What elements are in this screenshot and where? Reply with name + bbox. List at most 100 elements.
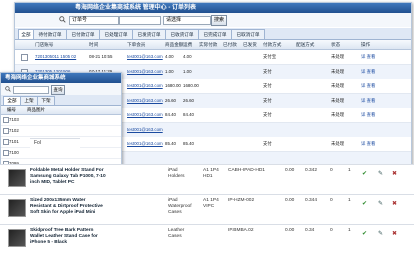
- product-thumbnail[interactable]: [8, 169, 26, 187]
- product-detail-list: Fol Foldable Metal Holder Stand For Samsu…: [0, 128, 414, 254]
- product-stock: 0.00: [285, 228, 295, 233]
- edit-icon[interactable]: ✎: [378, 200, 383, 207]
- product-code: CABH-IPAD-HD1: [228, 168, 265, 173]
- product-category: iPad Holders: [168, 168, 185, 179]
- product-id: 7103: [9, 117, 19, 122]
- product-stock: 0.00: [285, 168, 295, 173]
- product-name[interactable]: Sized 200x135mm Water Resistant & Dirtpr…: [30, 198, 108, 216]
- order-cell-amount: 26.60: [165, 97, 176, 103]
- check-icon[interactable]: ✔: [362, 230, 367, 237]
- column-header-1: 时间: [89, 42, 99, 47]
- tab-7[interactable]: 已取消订单: [231, 29, 265, 39]
- product-table-header: 编号 商品图片: [1, 106, 121, 115]
- order-cell-status: 未处理: [331, 112, 345, 117]
- order-cell-amount: 4.00: [165, 54, 174, 59]
- filter-status-select[interactable]: 请选择: [163, 16, 211, 25]
- product-filter-1[interactable]: 上架: [20, 96, 38, 106]
- product-sku: A1 1P4 HD1: [203, 168, 219, 179]
- order-cell-status: 未处理: [331, 83, 345, 88]
- check-icon[interactable]: ✔: [362, 200, 367, 207]
- order-cell-pay_method: 支付宝: [263, 54, 277, 59]
- delete-icon[interactable]: ✖: [392, 200, 397, 207]
- order-window-titlebar: 粤海网络企业集商城系统 管理中心 - 订单列表: [15, 3, 411, 13]
- product-toolbar: 全部 上架 下架: [1, 95, 121, 106]
- order-cell-pay_method: 支付: [263, 68, 272, 74]
- order-cell-ops[interactable]: 详 查看: [361, 111, 375, 119]
- order-cell-member[interactable]: test001@163.com: [127, 53, 163, 61]
- product-search-input[interactable]: [13, 86, 49, 94]
- tab-5[interactable]: 已收货订单: [165, 29, 199, 39]
- product-status: 1: [348, 198, 351, 203]
- order-cell-member[interactable]: test001@163.com: [127, 97, 163, 105]
- tab-2[interactable]: 已付款订单: [66, 29, 100, 39]
- order-cell-member[interactable]: test001@163.com: [127, 82, 163, 90]
- order-cell-ops[interactable]: 详 查看: [361, 97, 375, 105]
- product-row[interactable]: 7103: [1, 115, 121, 126]
- tab-0[interactable]: 全部: [18, 29, 34, 39]
- order-cell-member[interactable]: test001@163.com: [127, 68, 163, 76]
- order-cell-pay_method: 支付: [263, 83, 272, 88]
- order-cell-shipping: 1680.00: [183, 83, 199, 88]
- delete-icon[interactable]: ✖: [392, 170, 397, 177]
- product-status: 1: [348, 228, 351, 233]
- product-search-button[interactable]: 查询: [51, 85, 65, 95]
- order-cell-shipping: 4.00: [183, 54, 192, 59]
- product-sale: 0: [330, 168, 333, 173]
- product-price: 0.344: [305, 198, 318, 203]
- order-cell-order[interactable]: 7201305011 1505 02: [35, 53, 76, 61]
- order-cell-member[interactable]: test001@163.com: [127, 111, 163, 119]
- column-header-9: 配送方式: [296, 42, 315, 47]
- product-stock: 0.00: [285, 198, 295, 203]
- edit-icon[interactable]: ✎: [378, 170, 383, 177]
- column-header-6: 已付款: [223, 42, 237, 47]
- search-icon[interactable]: [5, 86, 11, 92]
- filter-keyword-input[interactable]: [119, 16, 161, 25]
- product-sale: 0: [330, 198, 333, 203]
- order-cell-amount: 1.00: [165, 68, 174, 74]
- product-price: 0.34: [305, 228, 315, 233]
- order-table-header: 门店账号 时间 下单会员 商品金额 运费 实际付款 已付款 已发货 付款方式 配送方式 状态 操作: [15, 40, 411, 50]
- column-header-5: 实际付款: [199, 42, 218, 47]
- column-header-2: 下单会员: [127, 42, 146, 47]
- order-cell-ops[interactable]: 详 查看: [361, 53, 375, 61]
- order-cell-amount: 1680.00: [165, 83, 181, 88]
- order-cell-status: 未处理: [331, 54, 345, 59]
- product-detail-row[interactable]: Foldable Metal Holder Stand For Samsung …: [0, 164, 414, 194]
- filter-field-select[interactable]: 订单号: [69, 16, 119, 25]
- order-cell-ops[interactable]: 详 查看: [361, 68, 375, 76]
- product-detail-row[interactable]: Fol: [30, 138, 80, 149]
- tab-3[interactable]: 已处理订单: [99, 29, 133, 39]
- column-header-10: 状态: [331, 42, 341, 47]
- column-header-3: 商品金额: [165, 42, 184, 47]
- product-category: Leather Cases: [168, 228, 185, 239]
- search-icon[interactable]: [59, 16, 66, 23]
- product-price: 0.342: [305, 168, 318, 173]
- column-header-7: 已发货: [243, 42, 257, 47]
- product-thumbnail[interactable]: [8, 229, 26, 247]
- product-name[interactable]: Skidproof Tree Bark Pattern Wallet Leath…: [30, 228, 108, 246]
- search-button[interactable]: 搜索: [211, 15, 227, 26]
- product-code: IP-HZM-002: [228, 198, 255, 203]
- column-header-8: 付款方式: [263, 42, 282, 47]
- tab-6[interactable]: 已完成订单: [198, 29, 232, 39]
- order-cell-status: 未处理: [331, 68, 345, 74]
- check-icon[interactable]: ✔: [362, 170, 367, 177]
- filter-bar: 订单号 请选择 搜索: [15, 13, 411, 27]
- product-code: IP.BMBA.02: [228, 228, 254, 233]
- product-name[interactable]: Foldable Metal Holder Stand For Samsung …: [30, 168, 108, 186]
- order-cell-shipping: 1.00: [183, 68, 192, 74]
- product-sale: 0: [330, 228, 333, 233]
- tab-4[interactable]: 已发货订单: [132, 29, 166, 39]
- product-thumbnail[interactable]: [8, 199, 26, 217]
- product-filter-2[interactable]: 下架: [37, 96, 55, 106]
- product-detail-row[interactable]: Sized 200x135mm Water Resistant & Dirtpr…: [0, 194, 414, 224]
- edit-icon[interactable]: ✎: [378, 230, 383, 237]
- product-window-titlebar: 粤海网络企业集商城系统: [1, 73, 121, 83]
- row-checkbox[interactable]: [21, 54, 28, 61]
- order-row[interactable]: 7201305011 1505 02 08-21 10:55 test001@163…: [15, 50, 411, 65]
- order-cell-ops[interactable]: 详 查看: [361, 82, 375, 90]
- product-filter-0[interactable]: 全部: [3, 96, 21, 106]
- order-cell-shipping: 26.60: [183, 97, 194, 103]
- delete-icon[interactable]: ✖: [392, 230, 397, 237]
- tab-1[interactable]: 待付款订单: [33, 29, 67, 39]
